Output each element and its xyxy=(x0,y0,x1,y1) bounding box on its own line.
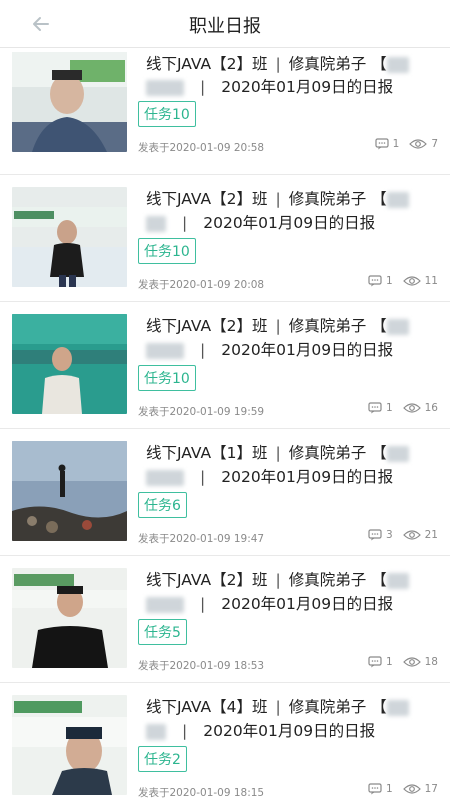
list-item[interactable]: 线下JAVA【2】班 | 修真院弟子 【 | 2020年01月09日的日报 任务5 发… xyxy=(0,556,450,683)
eye-icon xyxy=(402,276,421,286)
posted-time: 发表于2020-01-09 18:53 xyxy=(138,660,265,672)
posted-time: 发表于2020-01-09 19:59 xyxy=(138,406,265,418)
comment-count: 1 xyxy=(385,275,393,287)
eye-icon xyxy=(402,784,421,794)
report-title-line2: | 2020年01月09日的日报 xyxy=(146,719,375,741)
app-header: 职业日报 xyxy=(0,0,450,48)
report-list: 线下JAVA【2】班 | 修真院弟子 【 | 2020年01月09日的日报 任务10 … xyxy=(0,48,450,799)
view-count: 17 xyxy=(424,783,438,795)
comment-icon xyxy=(368,783,382,795)
report-stats: 1 17 xyxy=(368,783,438,795)
comment-icon xyxy=(368,275,382,287)
posted-time: 发表于2020-01-09 20:08 xyxy=(138,279,265,291)
comment-icon xyxy=(368,529,382,541)
report-thumbnail xyxy=(12,314,127,414)
view-count: 11 xyxy=(424,275,438,287)
list-item[interactable]: 线下JAVA【4】班 | 修真院弟子 【 | 2020年01月09日的日报 任务2 发… xyxy=(0,683,450,799)
report-title-line2: | 2020年01月09日的日报 xyxy=(146,75,393,97)
report-thumbnail xyxy=(12,695,127,795)
view-count: 16 xyxy=(424,402,438,414)
comment-icon xyxy=(368,656,382,668)
eye-icon xyxy=(402,530,421,540)
report-thumbnail xyxy=(12,568,127,668)
report-title-line2: | 2020年01月09日的日报 xyxy=(146,465,393,487)
comment-count: 3 xyxy=(385,529,393,541)
report-thumbnail xyxy=(12,187,127,287)
list-item[interactable]: 线下JAVA【2】班 | 修真院弟子 【 | 2020年01月09日的日报 任务10 … xyxy=(0,302,450,429)
task-tag: 任务10 xyxy=(138,365,196,391)
comment-count: 1 xyxy=(385,783,393,795)
task-tag: 任务2 xyxy=(138,746,187,772)
comment-count: 1 xyxy=(392,138,400,150)
task-tag: 任务10 xyxy=(138,238,196,264)
report-title-line1: 线下JAVA【2】班 | 修真院弟子 【 xyxy=(146,187,409,209)
report-stats: 1 11 xyxy=(368,275,438,287)
posted-time: 发表于2020-01-09 18:15 xyxy=(138,787,265,799)
view-count: 18 xyxy=(424,656,438,668)
page-title: 职业日报 xyxy=(189,16,261,37)
report-title-line1: 线下JAVA【2】班 | 修真院弟子 【 xyxy=(146,52,409,74)
eye-icon xyxy=(409,139,428,149)
posted-time: 发表于2020-01-09 19:47 xyxy=(138,533,265,545)
eye-icon xyxy=(402,657,421,667)
task-tag: 任务6 xyxy=(138,492,187,518)
view-count: 7 xyxy=(431,138,438,150)
list-item[interactable]: 线下JAVA【1】班 | 修真院弟子 【 | 2020年01月09日的日报 任务6 发… xyxy=(0,429,450,556)
report-stats: 3 21 xyxy=(368,529,438,541)
report-title-line1: 线下JAVA【2】班 | 修真院弟子 【 xyxy=(146,568,409,590)
report-stats: 1 18 xyxy=(368,656,438,668)
report-title-line2: | 2020年01月09日的日报 xyxy=(146,592,393,614)
comment-icon xyxy=(375,138,389,150)
list-item[interactable]: 线下JAVA【2】班 | 修真院弟子 【 | 2020年01月09日的日报 任务10 … xyxy=(0,48,450,175)
list-item[interactable]: 线下JAVA【2】班 | 修真院弟子 【 | 2020年01月09日的日报 任务10 … xyxy=(0,175,450,302)
report-title-line2: | 2020年01月09日的日报 xyxy=(146,211,375,233)
eye-icon xyxy=(402,403,421,413)
report-stats: 1 7 xyxy=(375,138,438,150)
report-title-line1: 线下JAVA【4】班 | 修真院弟子 【 xyxy=(146,695,409,717)
report-stats: 1 16 xyxy=(368,402,438,414)
view-count: 21 xyxy=(424,529,438,541)
report-title-line1: 线下JAVA【2】班 | 修真院弟子 【 xyxy=(146,314,409,336)
comment-count: 1 xyxy=(385,656,393,668)
comment-count: 1 xyxy=(385,402,393,414)
report-thumbnail xyxy=(12,52,127,152)
report-title-line1: 线下JAVA【1】班 | 修真院弟子 【 xyxy=(146,441,409,463)
report-thumbnail xyxy=(12,441,127,541)
report-title-line2: | 2020年01月09日的日报 xyxy=(146,338,393,360)
posted-time: 发表于2020-01-09 20:58 xyxy=(138,142,265,154)
comment-icon xyxy=(368,402,382,414)
task-tag: 任务5 xyxy=(138,619,187,645)
task-tag: 任务10 xyxy=(138,101,196,127)
